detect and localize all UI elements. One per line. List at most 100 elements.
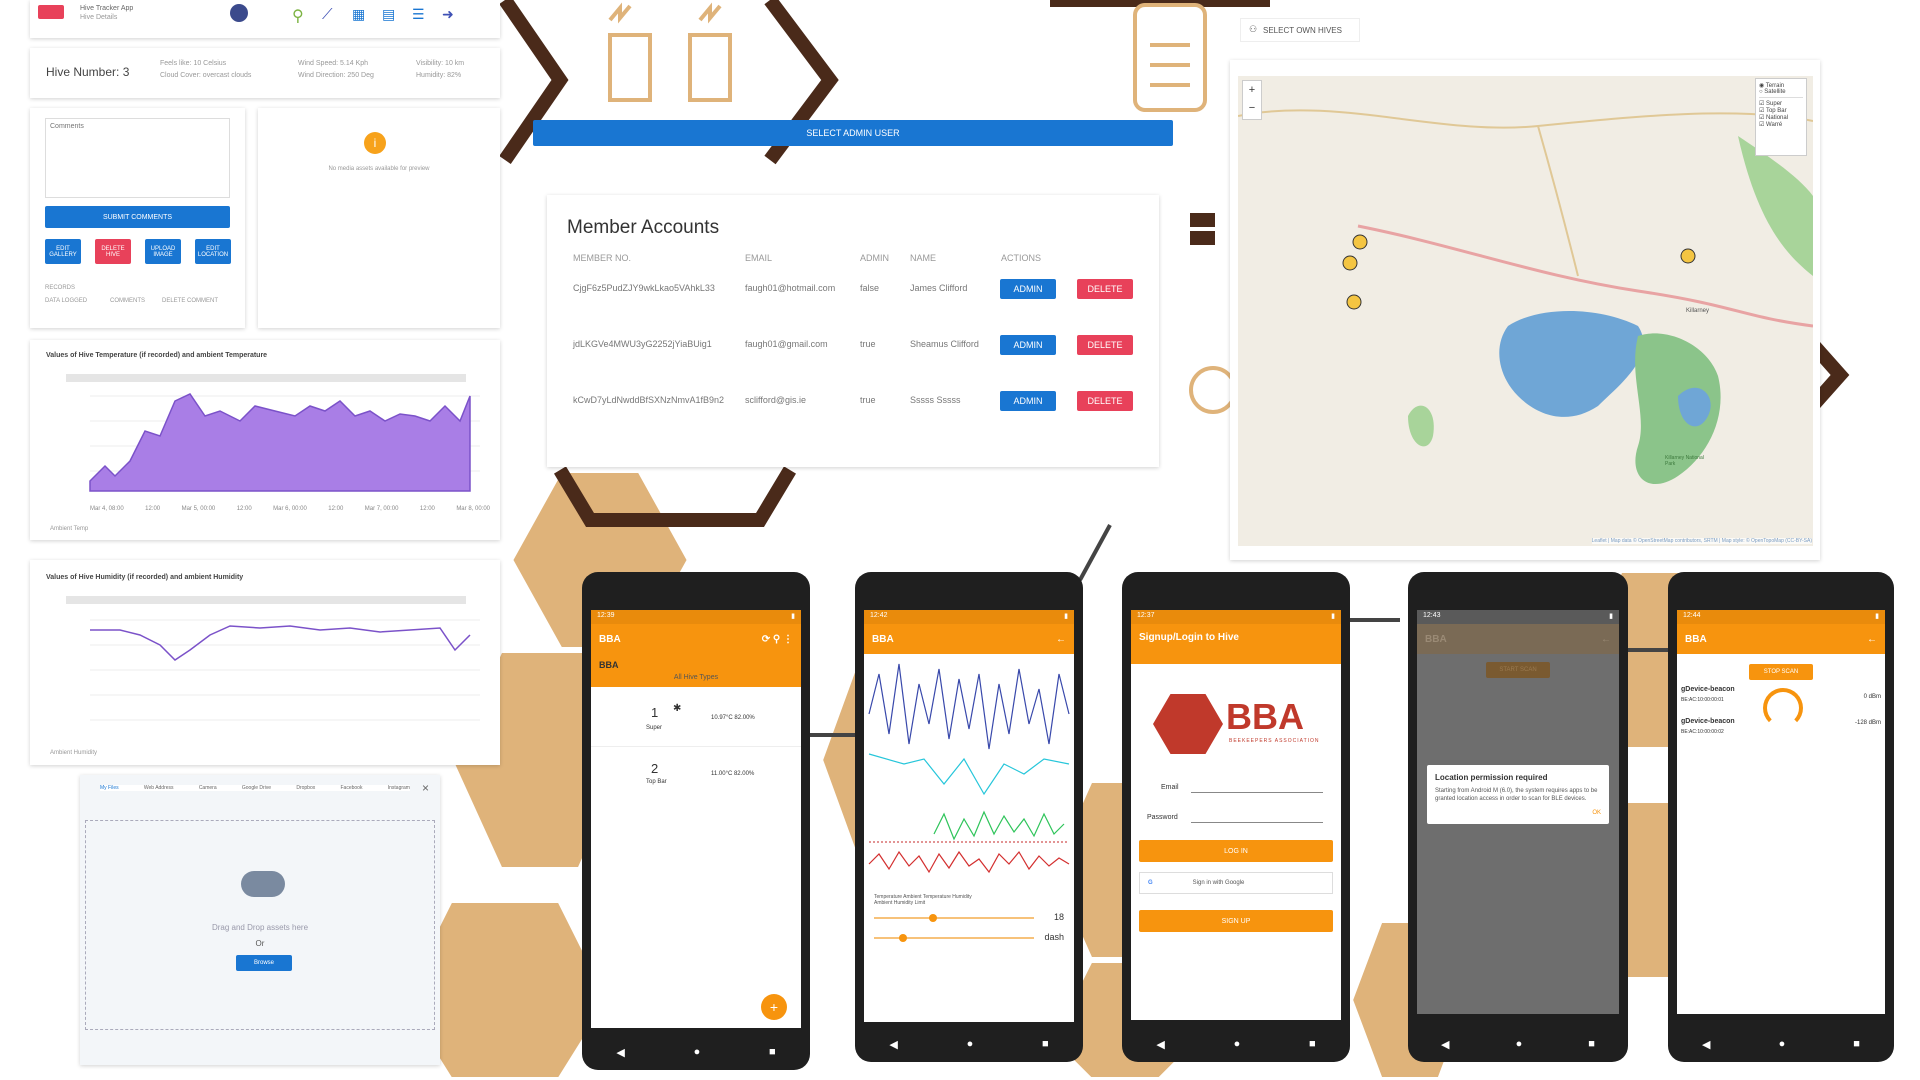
- delete-button[interactable]: DELETE: [1077, 391, 1133, 411]
- back-icon[interactable]: ◀: [889, 1038, 897, 1051]
- overlay-super-checkbox[interactable]: ☑ Super: [1759, 100, 1803, 107]
- dialog-ok-button[interactable]: OK: [1435, 810, 1601, 816]
- tab-facebook[interactable]: Facebook: [341, 785, 363, 791]
- member-email: faugh01@hotmail.com: [745, 283, 836, 293]
- google-icon: G: [1148, 880, 1153, 886]
- tab-delete-comment[interactable]: DELETE COMMENT: [162, 298, 218, 304]
- layer-satellite-radio[interactable]: ○ Satellite: [1759, 89, 1803, 95]
- list-item[interactable]: gDevice-beacon BE:AC:10:00:00:01 0 dBm: [1677, 682, 1885, 714]
- upload-image-button[interactable]: UPLOAD IMAGE: [145, 239, 181, 264]
- comments-input[interactable]: [45, 118, 230, 198]
- pin-icon[interactable]: ⚲: [292, 6, 304, 26]
- account-icon[interactable]: [230, 4, 248, 22]
- password-field[interactable]: [1191, 822, 1323, 823]
- map-panel[interactable]: + − ◉ Terrain ○ Satellite ☑ Super ☑ Top …: [1230, 60, 1820, 560]
- back-arrow-icon: ←: [1601, 633, 1611, 645]
- recents-icon[interactable]: ■: [1853, 1038, 1860, 1050]
- login-button[interactable]: LOG IN: [1139, 840, 1333, 862]
- home-icon[interactable]: ●: [1234, 1038, 1241, 1050]
- select-admin-user-button[interactable]: SELECT ADMIN USER: [533, 120, 1173, 146]
- google-signin-button[interactable]: G Sign in with Google: [1139, 872, 1333, 894]
- add-fab[interactable]: +: [761, 994, 787, 1020]
- home-icon[interactable]: ●: [694, 1046, 701, 1058]
- email-field[interactable]: [1191, 792, 1323, 793]
- nav-bar: ◀ ● ■: [1408, 1034, 1628, 1054]
- browse-button[interactable]: Browse: [236, 955, 292, 971]
- home-icon[interactable]: ●: [1779, 1038, 1786, 1050]
- member-admin: true: [860, 395, 876, 405]
- recents-icon[interactable]: ■: [769, 1046, 776, 1058]
- tab-dropbox[interactable]: Dropbox: [296, 785, 315, 791]
- weather-humidity: Humidity: 82%: [416, 72, 462, 79]
- hive-type-filter[interactable]: All Hive Types: [591, 672, 801, 687]
- submit-comments-button[interactable]: SUBMIT COMMENTS: [45, 206, 230, 228]
- phone-beacon-scan: 12:44 ▮ BBA ← STOP SCAN gDevice-beacon BE:…: [1668, 572, 1894, 1062]
- zoom-in-button[interactable]: +: [1243, 81, 1261, 99]
- map-tiles[interactable]: [1238, 76, 1813, 546]
- tab-web-address[interactable]: Web Address: [144, 785, 174, 791]
- recents-icon[interactable]: ■: [1588, 1038, 1595, 1050]
- page-name: Hive Details: [80, 14, 118, 21]
- map-icon[interactable]: ▦: [352, 6, 365, 23]
- tab-instagram[interactable]: Instagram: [388, 785, 410, 791]
- battery-icon: ▮: [1609, 613, 1613, 620]
- delete-button[interactable]: DELETE: [1077, 279, 1133, 299]
- edit-gallery-button[interactable]: EDIT GALLERY: [45, 239, 81, 264]
- layer-terrain-radio[interactable]: ◉ Terrain: [1759, 82, 1803, 89]
- temp-chart-title: Values of Hive Temperature (if recorded)…: [46, 352, 268, 359]
- chart-icon[interactable]: ⟋: [322, 6, 333, 23]
- list-item[interactable]: gDevice-beacon BE:AC:10:00:00:02 -128 dB…: [1677, 714, 1885, 746]
- overlay-warre-label: Warré: [1766, 122, 1783, 128]
- list-item[interactable]: 1 Super ✱ 10.97°C 82.00%: [591, 687, 801, 747]
- beacon-mac: BE:AC:10:00:00:02: [1681, 729, 1724, 735]
- recents-icon[interactable]: ■: [1042, 1038, 1049, 1050]
- admin-button[interactable]: ADMIN: [1000, 335, 1056, 355]
- delete-hive-button[interactable]: DELETE HIVE: [95, 239, 131, 264]
- stop-scan-button[interactable]: STOP SCAN: [1749, 664, 1813, 680]
- tab-camera[interactable]: Camera: [199, 785, 217, 791]
- x-tick: 12:00: [419, 506, 435, 512]
- zoom-out-button[interactable]: −: [1243, 99, 1261, 117]
- phone-live-graph: 12:42 ▮ BBA ← Temperature Ambient Temperat…: [855, 572, 1083, 1062]
- list-item[interactable]: 2 Top Bar 11.00°C 82.00%: [591, 747, 801, 807]
- select-own-hives-button[interactable]: ⚇ SELECT OWN HIVES: [1240, 18, 1360, 42]
- recents-icon[interactable]: ■: [1309, 1038, 1316, 1050]
- edit-location-button[interactable]: EDIT LOCATION: [195, 239, 231, 264]
- back-arrow-icon[interactable]: ←: [1867, 634, 1877, 645]
- tab-comments[interactable]: COMMENTS: [110, 298, 145, 304]
- status-bar: 12:44 ▮: [1677, 610, 1885, 624]
- range-slider-2[interactable]: dash: [874, 930, 1064, 946]
- delete-button[interactable]: DELETE: [1077, 335, 1133, 355]
- home-icon[interactable]: ●: [1516, 1038, 1523, 1050]
- back-icon[interactable]: ◀: [1156, 1038, 1164, 1051]
- tab-google-drive[interactable]: Google Drive: [242, 785, 271, 791]
- back-icon[interactable]: ◀: [1441, 1038, 1449, 1051]
- overlay-topbar-checkbox[interactable]: ☑ Top Bar: [1759, 107, 1803, 114]
- back-arrow-icon[interactable]: ←: [1056, 634, 1066, 645]
- overlay-national-checkbox[interactable]: ☑ National: [1759, 114, 1803, 121]
- tab-data-logged[interactable]: DATA LOGGED: [45, 298, 87, 304]
- home-icon[interactable]: ●: [967, 1038, 974, 1050]
- hum-legend: Ambient Humidity: [50, 750, 98, 756]
- admin-button[interactable]: ADMIN: [1000, 391, 1056, 411]
- back-icon[interactable]: ◀: [1702, 1038, 1710, 1051]
- battery-icon: ▮: [1331, 613, 1335, 620]
- close-icon[interactable]: ×: [422, 781, 429, 795]
- logout-icon[interactable]: ➜: [442, 6, 454, 23]
- drop-zone[interactable]: Drag and Drop assets here Or Browse: [85, 820, 435, 1030]
- member-name: Sheamus Clifford: [910, 339, 979, 349]
- google-label: Sign in with Google: [1192, 880, 1245, 886]
- signup-button[interactable]: SIGN UP: [1139, 910, 1333, 932]
- member-name: Sssss Sssss: [910, 395, 961, 405]
- clipboard-icon[interactable]: ▤: [382, 6, 395, 23]
- overlay-warre-checkbox[interactable]: ☑ Warré: [1759, 121, 1803, 128]
- settings-icon[interactable]: ☰: [412, 6, 425, 23]
- admin-button[interactable]: ADMIN: [1000, 279, 1056, 299]
- hive-number: Hive Number: 3: [46, 65, 130, 79]
- slider-value-2: dash: [1044, 932, 1064, 942]
- back-icon[interactable]: ◀: [616, 1046, 624, 1059]
- slider-value-1: 18: [1053, 912, 1064, 922]
- tab-my-files[interactable]: My Files: [100, 785, 119, 791]
- graph-legend-2: Ambient Humidity Limit: [874, 900, 926, 906]
- range-slider-1[interactable]: 18: [874, 910, 1064, 926]
